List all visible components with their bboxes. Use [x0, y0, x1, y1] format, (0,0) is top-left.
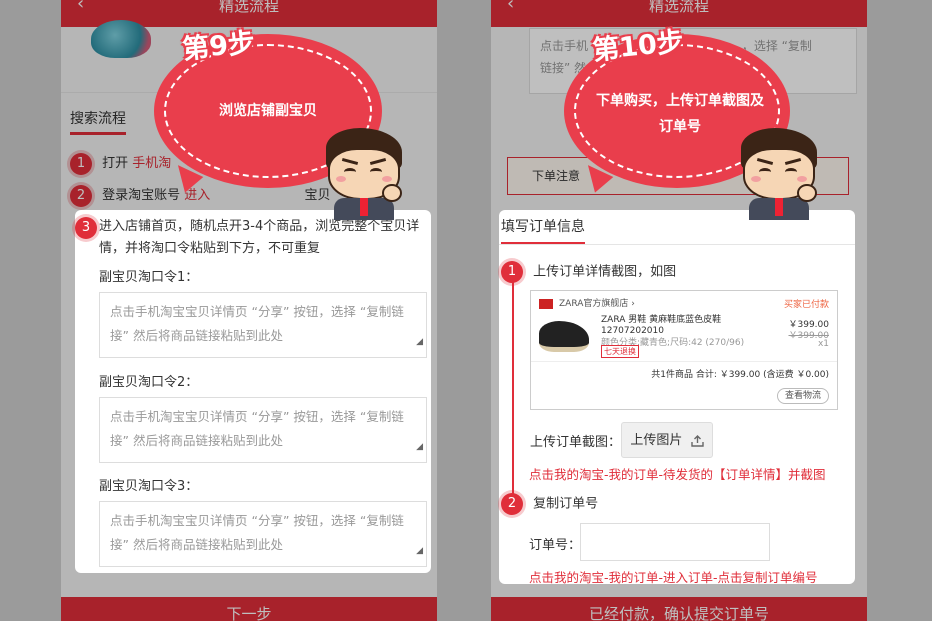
mascot-tie	[360, 198, 368, 216]
step-number: 1	[501, 261, 523, 283]
shot-divider	[531, 361, 837, 362]
mascot-blush	[336, 176, 346, 182]
order-step-2-text: 复制订单号	[533, 496, 599, 512]
placeholder-text: 点击手机淘宝宝贝详情页 “分享” 按钮，选择 “复制链接” 然后将商品链接粘贴到…	[110, 304, 404, 343]
step-number: 2	[501, 493, 523, 515]
bg-textarea-line2: 链接” 然	[540, 61, 587, 75]
browse-sub-items-card: 3 进入店铺首页，随机点开3-4个商品，浏览完整个宝贝详情，并将淘口令粘贴到下方…	[75, 210, 431, 573]
bg-step1-link[interactable]: 手机淘	[132, 156, 171, 171]
shop-logo-icon	[539, 298, 553, 309]
shoe-image	[539, 321, 589, 352]
mascot-blush	[751, 176, 761, 182]
section-tab-search-flow: 搜索流程	[70, 108, 126, 135]
mascot-blush	[797, 176, 807, 182]
sub-item-code-2-label: 副宝贝淘口令2：	[99, 375, 199, 390]
mascot-tie	[775, 198, 783, 216]
submit-order-label: 已经付款，确认提交订单号	[588, 605, 769, 621]
shot-shop: ZARA官方旗舰店 ›	[539, 296, 635, 309]
step-number: 3	[75, 217, 97, 239]
bg-textarea-tail: ，选择 “复制	[741, 39, 812, 53]
bg-step2-prefix: 登录淘宝账号	[102, 188, 181, 203]
shot-qty: x1	[817, 339, 829, 349]
step-3-row: 3 进入店铺首页，随机点开3-4个商品，浏览完整个宝贝详情，并将淘口令粘贴到下方…	[75, 216, 421, 260]
chevron-left-icon[interactable]: ‹	[77, 0, 84, 13]
order-number-hint: 点击我的淘宝-我的订单-进入订单-点击复制订单编号	[529, 570, 818, 585]
upload-button-label: 上传图片	[630, 433, 683, 448]
order-number-label: 订单号：	[529, 538, 582, 553]
order-step-1-text: 上传订单详情截图，如图	[533, 264, 677, 280]
chevron-left-icon[interactable]: ‹	[507, 0, 514, 13]
sub-item-code-2-input[interactable]: 点击手机淘宝宝贝详情页 “分享” 按钮，选择 “复制链接” 然后将商品链接粘贴到…	[99, 397, 427, 463]
mascot-blush	[382, 176, 392, 182]
sub-item-code-3-label: 副宝贝淘口令3：	[99, 479, 199, 494]
order-step-2-row: 2 复制订单号	[501, 493, 598, 516]
step-number: 2	[70, 184, 92, 207]
step-9-title: 第9步	[180, 27, 257, 66]
order-number-input[interactable]	[580, 523, 770, 561]
step-connector-line	[512, 268, 514, 510]
placeholder-text: 点击手机淘宝宝贝详情页 “分享” 按钮，选择 “复制链接” 然后将商品链接粘贴到…	[110, 513, 404, 552]
sub-item-code-3-input[interactable]: 点击手机淘宝宝贝详情页 “分享” 按钮，选择 “复制链接” 然后将商品链接粘贴到…	[99, 501, 427, 567]
submit-order-button[interactable]: 已经付款，确认提交订单号	[491, 597, 867, 621]
step-3-text: 进入店铺首页，随机点开3-4个商品，浏览完整个宝贝详情，并将淘口令粘贴到下方，不…	[99, 219, 420, 256]
mascot-hand	[797, 184, 817, 202]
bg-step-2: 2 登录淘宝账号 进入 宝贝	[70, 184, 330, 207]
shot-product-name: ZARA 男鞋 黄麻鞋底蓝色皮鞋 12707202010	[601, 315, 722, 336]
mascot-eye	[785, 168, 797, 176]
left-header-title: 精选流程	[218, 0, 279, 15]
upload-label: 上传订单截图：	[530, 435, 622, 450]
upload-hint: 点击我的淘宝-我的订单-待发货的【订单详情】并截图	[529, 467, 826, 482]
mascot-eye	[344, 168, 356, 176]
example-order-screenshot: ZARA官方旗舰店 › 买家已付款 ZARA 男鞋 黄麻鞋底蓝色皮鞋 12707…	[530, 290, 838, 410]
bg-step1-prefix: 打开	[102, 156, 129, 171]
order-info-card: 填写订单信息 1 上传订单详情截图，如图 ZARA官方旗舰店 › 买家已付款 Z…	[499, 210, 855, 585]
resize-grip-icon[interactable]: ◢	[416, 330, 423, 354]
tab-fill-order-info[interactable]: 填写订单信息	[501, 216, 585, 245]
order-step-1-row: 1 上传订单详情截图，如图	[501, 261, 676, 284]
step-number: 1	[70, 152, 92, 175]
product-thumbnail	[91, 20, 151, 58]
tab-divider	[499, 244, 855, 245]
shot-shop-name: ZARA官方旗舰店	[559, 299, 629, 309]
upload-icon	[690, 434, 704, 447]
bg-textarea-text: 点击手机	[540, 39, 589, 53]
next-step-button[interactable]: 下一步	[61, 597, 437, 621]
mascot-character-left	[320, 128, 410, 220]
bg-step-1: 1 打开 手机淘	[70, 152, 171, 175]
sub-item-code-1-label: 副宝贝淘口令1：	[99, 270, 199, 285]
mascot-eye	[370, 168, 382, 176]
mascot-character-right	[735, 128, 825, 220]
shot-tag: 七天退换	[601, 345, 639, 358]
upload-image-button[interactable]: 上传图片	[621, 422, 713, 458]
shot-total: 共1件商品 合计: ￥399.00 (含运费 ￥0.00)	[651, 370, 829, 380]
step-9-text: 浏览店铺副宝贝	[219, 103, 317, 119]
placeholder-text: 点击手机淘宝宝贝详情页 “分享” 按钮，选择 “复制链接” 然后将商品链接粘贴到…	[110, 409, 404, 448]
next-step-label: 下一步	[226, 605, 272, 621]
right-header-title: 精选流程	[648, 0, 709, 15]
shot-status: 买家已付款	[783, 300, 829, 310]
resize-grip-icon[interactable]: ◢	[416, 539, 423, 563]
order-notice-label: 下单注意	[532, 169, 581, 183]
mascot-eye	[759, 168, 771, 176]
mascot-hand	[382, 184, 402, 202]
sub-item-code-1-input[interactable]: 点击手机淘宝宝贝详情页 “分享” 按钮，选择 “复制链接” 然后将商品链接粘贴到…	[99, 292, 427, 358]
shot-logistics-button: 查看物流	[776, 388, 829, 404]
resize-grip-icon[interactable]: ◢	[416, 435, 423, 459]
